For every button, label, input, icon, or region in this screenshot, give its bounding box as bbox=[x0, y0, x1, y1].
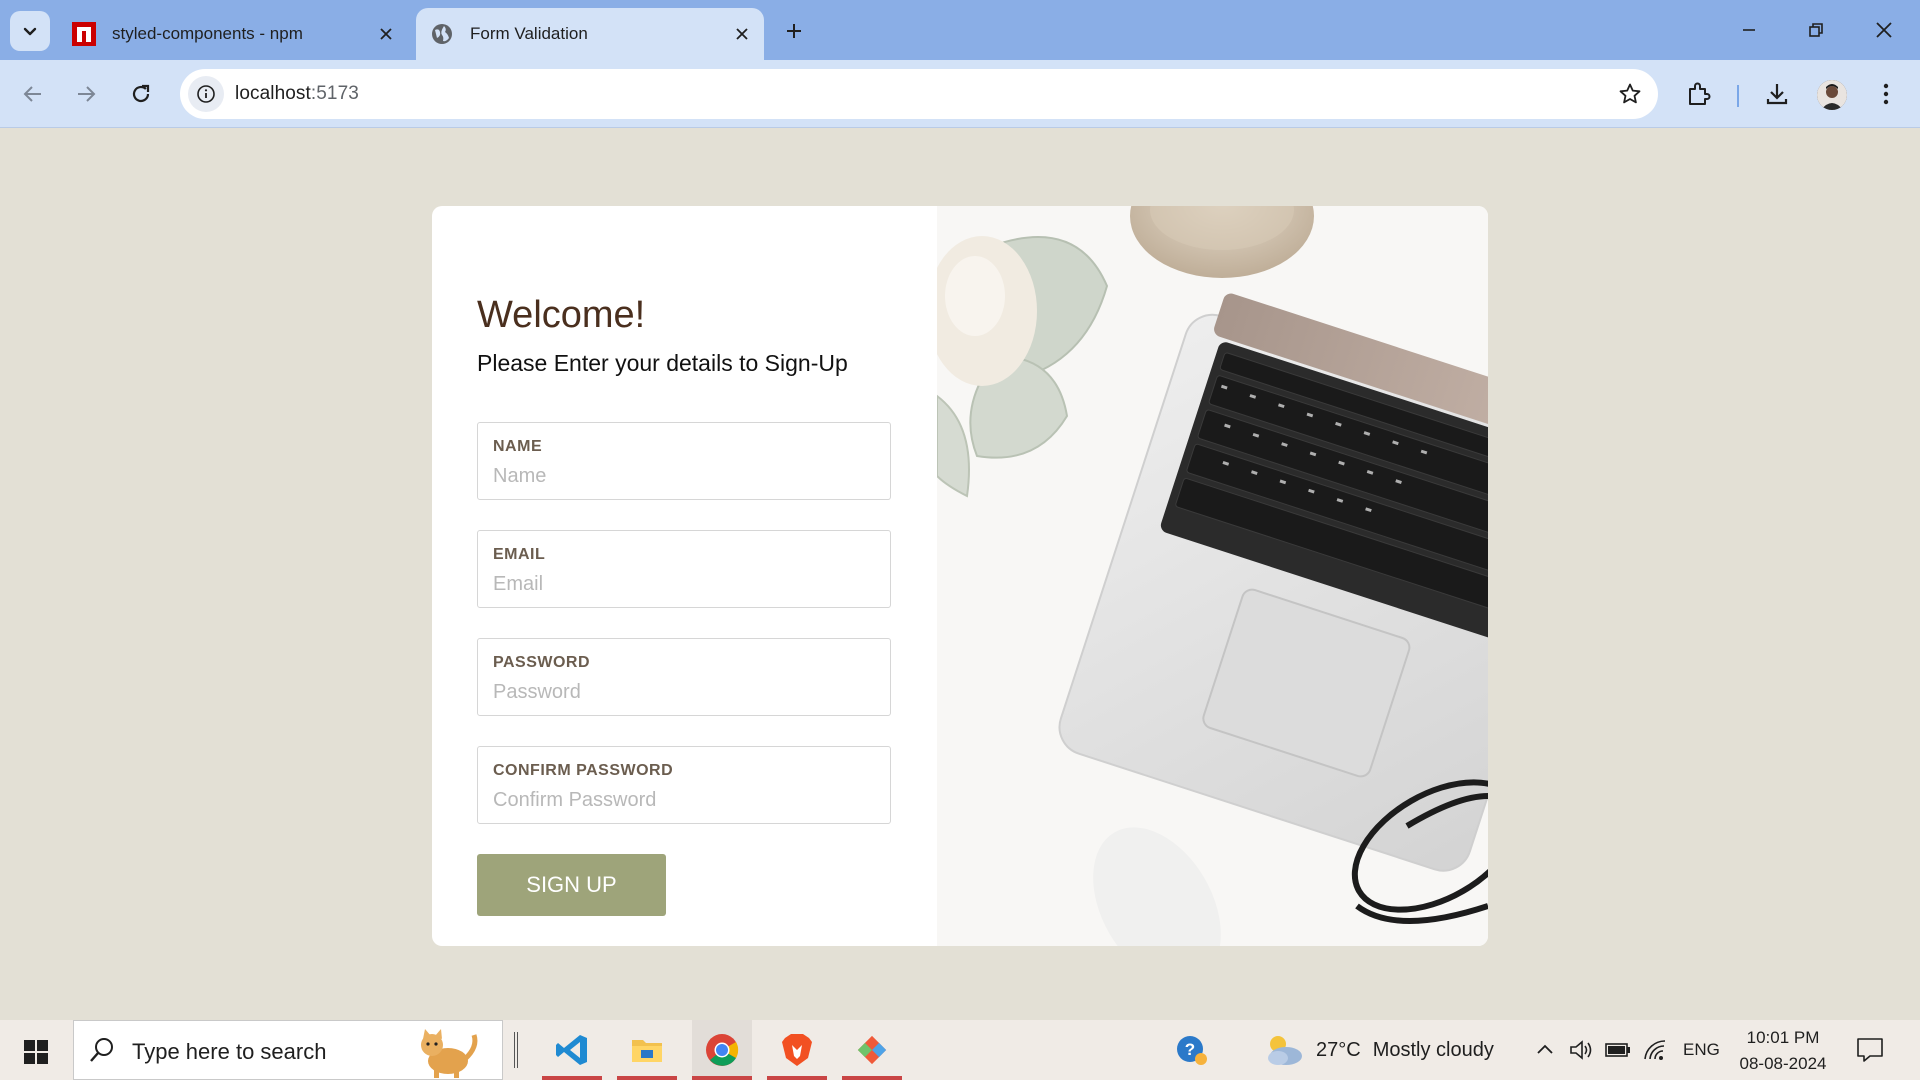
url-port: :5173 bbox=[310, 83, 359, 104]
volume-icon[interactable] bbox=[1568, 1020, 1594, 1080]
laptop-illustration bbox=[937, 206, 1488, 946]
search-icon bbox=[90, 1038, 113, 1062]
git-icon[interactable] bbox=[842, 1020, 902, 1080]
url-host: localhost bbox=[235, 83, 311, 104]
address-bar[interactable]: localhost:5173 bbox=[180, 69, 1658, 119]
taskbar-search[interactable]: Type here to search bbox=[73, 1020, 503, 1080]
chrome-icon[interactable] bbox=[692, 1020, 752, 1080]
confirm-password-input[interactable] bbox=[493, 787, 873, 813]
signup-card: Welcome! Please Enter your details to Si… bbox=[432, 206, 1488, 946]
notifications-icon[interactable] bbox=[1856, 1020, 1884, 1080]
menu-kebab-icon[interactable] bbox=[1867, 75, 1905, 113]
page-subtitle: Please Enter your details to Sign-Up bbox=[477, 350, 848, 376]
brave-icon[interactable] bbox=[767, 1020, 827, 1080]
tab-search-button[interactable] bbox=[10, 11, 50, 51]
minimize-icon bbox=[1743, 29, 1755, 31]
url-text[interactable]: localhost:5173 bbox=[235, 83, 359, 105]
reload-icon bbox=[132, 84, 150, 103]
windows-icon bbox=[24, 1040, 48, 1064]
battery-icon[interactable] bbox=[1605, 1020, 1631, 1080]
new-tab-button[interactable] bbox=[778, 15, 810, 47]
taskbar-divider bbox=[514, 1032, 518, 1068]
bookmark-star-icon[interactable] bbox=[1614, 78, 1646, 110]
running-indicator bbox=[842, 1076, 902, 1080]
email-field[interactable]: EMAIL bbox=[477, 530, 891, 608]
running-indicator bbox=[767, 1076, 827, 1080]
extensions-icon[interactable] bbox=[1680, 75, 1718, 113]
password-field[interactable]: PASSWORD bbox=[477, 638, 891, 716]
clock-date: 08-08-2024 bbox=[1739, 1054, 1827, 1073]
clock-time: 10:01 PM bbox=[1746, 1028, 1820, 1047]
minimize-button[interactable] bbox=[1729, 10, 1769, 50]
arrow-right-icon bbox=[78, 86, 96, 102]
chevron-down-icon bbox=[23, 27, 37, 36]
system-clock[interactable]: 10:01 PM 08-08-2024 bbox=[1728, 1025, 1838, 1077]
cloudy-weather-icon bbox=[1268, 1036, 1302, 1065]
help-icon[interactable]: ? bbox=[1175, 1020, 1209, 1080]
confirm-password-label: CONFIRM PASSWORD bbox=[493, 762, 674, 779]
restore-button[interactable] bbox=[1796, 10, 1836, 50]
toolbar-divider bbox=[1737, 85, 1739, 107]
name-label: NAME bbox=[493, 438, 543, 455]
site-info-icon[interactable] bbox=[188, 76, 224, 112]
reload-button[interactable] bbox=[120, 73, 162, 115]
close-window-button[interactable] bbox=[1864, 10, 1904, 50]
chevron-up-icon bbox=[1537, 1044, 1553, 1054]
tab-styled-components[interactable]: styled-components - npm bbox=[58, 8, 408, 60]
svg-text:?: ? bbox=[1185, 1040, 1195, 1059]
forward-button[interactable] bbox=[65, 73, 107, 115]
confirm-password-field[interactable]: CONFIRM PASSWORD bbox=[477, 746, 891, 824]
signup-form: Welcome! Please Enter your details to Si… bbox=[432, 206, 937, 946]
name-field[interactable]: NAME bbox=[477, 422, 891, 500]
search-placeholder: Type here to search bbox=[132, 1039, 327, 1064]
email-label: EMAIL bbox=[493, 546, 546, 563]
browser-toolbar: localhost:5173 bbox=[0, 60, 1920, 128]
restore-icon bbox=[1809, 23, 1823, 37]
profile-avatar[interactable] bbox=[1817, 80, 1847, 110]
plus-icon bbox=[787, 24, 801, 38]
vscode-icon[interactable] bbox=[542, 1020, 602, 1080]
password-input[interactable] bbox=[493, 679, 873, 705]
tab-form-validation[interactable]: Form Validation bbox=[416, 8, 764, 60]
close-tab-icon[interactable] bbox=[728, 20, 756, 48]
weather-widget[interactable]: 27°C Mostly cloudy bbox=[1262, 1020, 1494, 1080]
npm-icon bbox=[72, 22, 96, 46]
running-indicator bbox=[692, 1076, 752, 1080]
name-input[interactable] bbox=[493, 463, 873, 489]
running-indicator bbox=[617, 1076, 677, 1080]
language-indicator[interactable]: ENG bbox=[1683, 1020, 1720, 1080]
file-explorer-icon[interactable] bbox=[617, 1020, 677, 1080]
close-tab-icon[interactable] bbox=[372, 20, 400, 48]
download-icon[interactable] bbox=[1758, 75, 1796, 113]
close-icon bbox=[1876, 22, 1892, 38]
start-button[interactable] bbox=[14, 1032, 58, 1072]
cat-icon bbox=[421, 1029, 478, 1078]
arrow-left-icon bbox=[23, 86, 41, 102]
running-indicator bbox=[542, 1076, 602, 1080]
email-input[interactable] bbox=[493, 571, 873, 597]
globe-icon bbox=[430, 22, 454, 46]
tab-strip: styled-components - npm Form Validation bbox=[0, 0, 1920, 60]
weather-temp: 27°C bbox=[1316, 1038, 1361, 1061]
password-label: PASSWORD bbox=[493, 654, 591, 671]
sign-up-button[interactable]: SIGN UP bbox=[477, 854, 666, 916]
tab-title: styled-components - npm bbox=[112, 24, 303, 43]
weather-condition: Mostly cloudy bbox=[1372, 1038, 1494, 1061]
page-title: Welcome! bbox=[477, 294, 646, 336]
show-hidden-icons-button[interactable] bbox=[1534, 1020, 1556, 1080]
wifi-icon[interactable] bbox=[1643, 1020, 1667, 1080]
tab-title: Form Validation bbox=[470, 24, 588, 43]
back-button[interactable] bbox=[12, 73, 54, 115]
taskbar: Type here to search ? 27°C Mostly cloudy bbox=[0, 1020, 1920, 1080]
